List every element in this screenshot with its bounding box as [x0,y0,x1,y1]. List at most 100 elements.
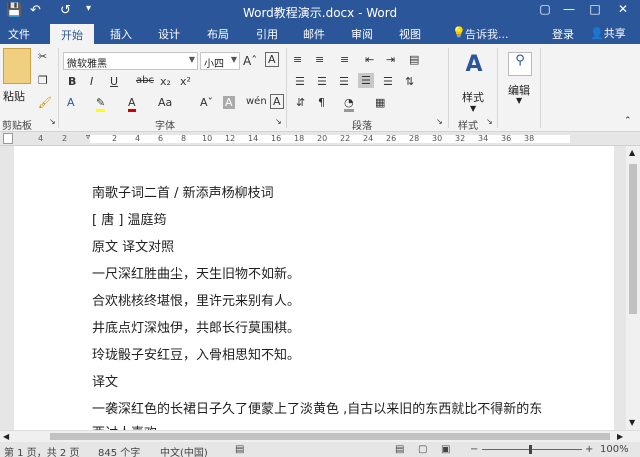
tab-home[interactable]: 开始 [50,24,94,44]
page-count[interactable]: 第 1 页，共 2 页 [4,444,79,457]
doc-poem-line[interactable]: 玲珑骰子安红豆，入骨相思知不知。 [92,344,300,363]
scroll-up-icon[interactable]: ▲ [629,148,635,157]
tab-references[interactable]: 引用 [256,26,278,42]
font-color-icon[interactable]: A [128,96,136,112]
tab-selector-icon[interactable] [3,133,13,144]
doc-author-line[interactable]: [ 唐 ] 温庭筠 [92,209,167,228]
language-indicator[interactable]: 中文(中国) [160,444,208,457]
web-layout-icon[interactable]: ▣ [441,444,450,455]
phonetic-guide-icon[interactable]: wén [246,96,267,107]
copy-icon[interactable]: ❐ [38,74,48,87]
tab-review[interactable]: 审阅 [351,26,373,42]
grow-font-icon[interactable]: Aˆ [243,54,257,68]
scroll-left-icon[interactable]: ◀ [3,432,9,441]
align-right-icon[interactable]: ☰ [339,75,349,88]
doc-poem-line[interactable]: 一尺深红胜曲尘，天生旧物不如新。 [92,263,300,282]
line-spacing-icon[interactable]: ⇅ [405,75,414,88]
scroll-down-icon[interactable]: ▼ [629,418,635,427]
tab-insert[interactable]: 插入 [110,26,132,42]
paragraph-launcher-icon[interactable]: ↘ [436,117,443,126]
tab-file[interactable]: 文件 [8,26,30,42]
close-button[interactable]: ✕ [612,2,634,16]
subscript-button[interactable]: x₂ [160,75,171,88]
vertical-scroll-thumb[interactable] [629,164,637,314]
shading-icon[interactable]: ◔ [344,96,354,112]
font-size-select[interactable]: 小四 ▼ [200,52,240,70]
zoom-slider-thumb[interactable] [529,445,532,454]
ruler-tick: 34 [478,134,489,143]
multilevel-list-icon[interactable]: ≡ [340,53,349,66]
zoom-out-icon[interactable]: − [470,444,478,455]
underline-button[interactable]: U [110,75,118,88]
italic-button[interactable]: I [90,75,93,88]
vertical-scrollbar[interactable]: ▲ ▼ [626,146,640,430]
status-bar: 第 1 页，共 2 页 845 个字 中文(中国) ▤ ▤ ▢ ▣ − + 10… [0,442,640,457]
maximize-button[interactable]: □ [584,2,606,16]
change-case-icon[interactable]: Aa [158,96,172,109]
print-layout-icon[interactable]: ▢ [418,444,427,455]
styles-button-label[interactable]: 样式 [462,89,484,105]
ribbon-options-icon[interactable]: ▢ [534,2,556,16]
strikethrough-button[interactable]: abc [136,75,154,86]
read-mode-icon[interactable]: ▤ [395,444,404,455]
doc-heading-line[interactable]: 原文 译文对照 [92,236,174,255]
zoom-level[interactable]: 100% [600,444,629,455]
tell-me-search[interactable]: 告诉我... [465,26,509,42]
font-launcher-icon[interactable]: ↘ [275,117,282,126]
distributed-icon[interactable]: ☰ [383,75,393,88]
doc-paragraph-line[interactable]: 一袭深红色的长裙日子久了便蒙上了淡黄色 ,自古以来旧的东西就比不得新的东 [92,398,542,417]
sign-in-link[interactable]: 登录 [552,26,574,42]
zoom-in-icon[interactable]: + [585,444,593,455]
enclose-characters-icon[interactable]: A [270,94,284,109]
increase-indent-icon[interactable]: ⇥ [386,53,395,66]
decrease-indent-icon[interactable]: ⇤ [365,53,374,66]
text-effects-icon[interactable]: A [67,96,75,109]
horizontal-scroll-thumb[interactable] [50,433,610,440]
collapse-ribbon-icon[interactable]: ⌃ [624,116,632,126]
chinese-layout-icon[interactable]: ▤ [409,53,419,66]
highlight-icon[interactable]: ✎ [96,96,106,112]
paste-label[interactable]: 粘贴 [3,88,25,104]
clipboard-paste-icon[interactable] [3,48,31,84]
paragraph-group-label: 段落 [352,121,372,132]
doc-poem-line[interactable]: 井底点灯深烛伊，共郎长行莫围棋。 [92,317,300,336]
cut-icon[interactable]: ✂ [38,50,47,63]
doc-poem-line[interactable]: 合欢桃核终堪恨，里许元来别有人。 [92,290,300,309]
align-left-icon[interactable]: ☰ [295,75,305,88]
ruler-tick: 12 [225,134,236,143]
first-line-indent-marker[interactable]: ▿ [86,132,90,141]
shrink-font-icon[interactable]: Aˇ [200,96,213,109]
format-painter-icon[interactable]: 🖌 [38,96,52,109]
sort-icon[interactable]: ⇵ [296,96,305,109]
find-icon[interactable]: ⚲ [508,52,532,76]
doc-heading-line[interactable]: 译文 [92,371,118,390]
styles-launcher-icon[interactable]: ↘ [486,117,493,126]
show-marks-icon[interactable]: ¶ [318,96,325,109]
scroll-right-icon[interactable]: ▶ [617,432,623,441]
justify-icon[interactable]: ☰ [358,73,374,88]
minimize-button[interactable]: — [558,2,580,16]
doc-title-line[interactable]: 南歌子词二首 / 新添声杨柳枝词 [92,182,274,201]
zoom-slider[interactable] [482,449,582,450]
character-shading-icon[interactable]: A [223,96,235,109]
word-count[interactable]: 845 个字 [98,444,140,457]
superscript-button[interactable]: x² [180,75,191,88]
horizontal-ruler[interactable]: ▿ 4 2 2 4 6 8 10 12 14 16 18 20 22 24 26… [0,132,640,146]
share-button[interactable]: 👤共享 [590,25,626,41]
bullets-icon[interactable]: ≡ [293,53,302,66]
align-center-icon[interactable]: ☰ [317,75,327,88]
borders-icon[interactable]: ▦ [375,96,385,109]
clear-formatting-icon[interactable]: A [265,52,279,67]
proofing-icon[interactable]: ▤ [235,444,244,455]
document-page[interactable]: 南歌子词二首 / 新添声杨柳枝词 [ 唐 ] 温庭筠 原文 译文对照 一尺深红胜… [14,146,614,441]
numbering-icon[interactable]: ≡ [315,53,324,66]
horizontal-scrollbar[interactable]: ◀ ▶ [0,430,640,442]
styles-gallery-icon[interactable]: A [459,52,489,86]
font-name-select[interactable]: 微软雅黑 ▼ [63,52,198,70]
tab-mailings[interactable]: 邮件 [303,26,325,42]
bold-button[interactable]: B [68,75,76,88]
clipboard-launcher-icon[interactable]: ↘ [49,117,56,126]
tab-layout[interactable]: 布局 [207,26,229,42]
tab-view[interactable]: 视图 [399,26,421,42]
tab-design[interactable]: 设计 [158,26,180,42]
